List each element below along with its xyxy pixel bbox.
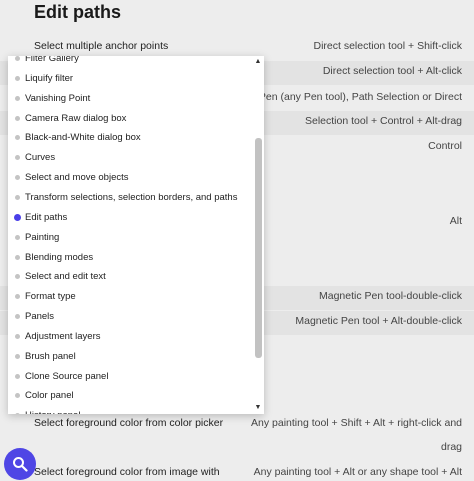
dropdown-item[interactable]: Liquify filter	[8, 69, 252, 89]
dropdown-scrollbar[interactable]: ▲ ▼	[252, 56, 264, 414]
shortcut-keys: Selection tool + Control + Alt-drag	[304, 115, 462, 127]
dropdown-item[interactable]: Blending modes	[8, 248, 252, 268]
dot-icon	[15, 56, 20, 61]
dot-icon	[15, 294, 20, 300]
dot-icon	[15, 194, 20, 200]
shortcut-row: Select foreground color from color picke…	[0, 413, 474, 437]
dropdown-item-label: Adjustment layers	[25, 330, 101, 342]
dropdown-item-label: Panels	[25, 311, 55, 323]
dropdown-item-label: Blending modes	[25, 251, 94, 263]
dropdown-item[interactable]: Panels	[8, 307, 252, 327]
shortcut-action: Select foreground color from color picke…	[34, 417, 224, 429]
dropdown-item[interactable]: Camera Raw dialog box	[8, 109, 252, 129]
search-button[interactable]	[4, 448, 36, 480]
dot-icon	[15, 155, 20, 161]
dot-icon	[15, 274, 20, 280]
search-icon	[13, 457, 28, 472]
dropdown-item[interactable]: Curves	[8, 148, 252, 168]
dot-icon	[15, 373, 20, 379]
dropdown-item-label: Edit paths	[25, 211, 68, 223]
shortcut-keys: Any painting tool + Alt or any shape too…	[253, 466, 462, 478]
dropdown-item-label: Liquify filter	[25, 72, 74, 84]
dropdown-item[interactable]: Vanishing Point	[8, 89, 252, 109]
dot-icon	[15, 314, 20, 320]
shortcut-action: Select multiple anchor points	[34, 40, 169, 52]
dot-icon	[15, 333, 20, 339]
shortcut-keys: Direct selection tool + Alt-click	[322, 65, 462, 77]
dot-icon	[15, 393, 20, 399]
dot-icon	[15, 254, 20, 260]
dropdown-item-label: History panel	[25, 410, 80, 414]
dropdown-item[interactable]: Transform selections, selection borders,…	[8, 188, 252, 208]
page-title: Edit paths	[34, 2, 122, 22]
dropdown-item-label: Painting	[25, 231, 60, 243]
dropdown-item[interactable]: Clone Source panel	[8, 367, 252, 387]
dropdown-item-label: Transform selections, selection borders,…	[25, 191, 238, 203]
dropdown-item[interactable]: Edit paths	[8, 208, 252, 228]
scroll-down-arrow[interactable]: ▼	[253, 403, 263, 413]
shortcut-keys: Any painting tool + Shift + Alt + right-…	[251, 417, 462, 429]
dot-icon	[15, 95, 20, 101]
dropdown-item[interactable]: History panel	[8, 406, 252, 414]
dropdown-item-label: Select and edit text	[25, 271, 106, 283]
dot-icon	[15, 135, 20, 141]
shortcut-keys: Direct selection tool + Shift-click	[313, 40, 462, 52]
dropdown-item[interactable]: Brush panel	[8, 347, 252, 367]
dropdown-item[interactable]: Black-and-White dialog box	[8, 128, 252, 148]
dropdown-item-label: Black-and-White dialog box	[25, 132, 141, 144]
dropdown-item-label: Select and move objects	[25, 172, 129, 184]
dropdown-item-label: Brush panel	[25, 350, 76, 362]
dot-icon	[15, 234, 20, 240]
dropdown-item-label: Camera Raw dialog box	[25, 112, 127, 124]
dropdown-item[interactable]: Painting	[8, 228, 252, 248]
shortcut-keys: Magnetic Pen tool + Alt-double-click	[295, 315, 462, 327]
dropdown-item[interactable]: Adjustment layers	[8, 327, 252, 347]
dropdown-item[interactable]: Filter Gallery	[8, 56, 252, 69]
shortcut-keys: Magnetic Pen tool-double-click	[319, 290, 462, 302]
scrollbar-thumb[interactable]	[255, 138, 262, 358]
dropdown-item-label: Curves	[25, 152, 56, 164]
dropdown-item[interactable]: Select and move objects	[8, 168, 252, 188]
dropdown-item[interactable]: Select and edit text	[8, 267, 252, 287]
dot-icon	[15, 175, 20, 181]
shortcut-keys: Pen (any Pen tool), Path Selection or Di…	[258, 91, 462, 103]
topic-dropdown[interactable]: Filter Gallery Liquify filter Vanishing Po…	[8, 56, 264, 414]
shortcut-row: Select foreground color from image with A…	[0, 462, 474, 481]
scroll-up-arrow[interactable]: ▲	[253, 57, 263, 67]
dot-icon	[15, 413, 20, 414]
dropdown-item-label: Format type	[25, 291, 76, 303]
shortcut-row: drag	[0, 437, 474, 461]
dropdown-item-label: Clone Source panel	[25, 370, 109, 382]
shortcut-action: Select foreground color from image with	[34, 466, 220, 478]
dropdown-item-label: Vanishing Point	[25, 92, 91, 104]
dot-icon	[15, 75, 20, 81]
dropdown-item-label: Color panel	[25, 390, 74, 402]
dot-icon	[15, 353, 20, 359]
shortcut-keys: drag	[440, 441, 462, 453]
dot-icon	[15, 115, 20, 121]
active-dot-icon	[14, 213, 21, 221]
dropdown-item-label: Filter Gallery	[25, 56, 79, 64]
dropdown-item[interactable]: Format type	[8, 287, 252, 307]
shortcut-keys: Control	[428, 140, 462, 152]
shortcut-keys: Alt	[449, 215, 462, 227]
dropdown-item[interactable]: Color panel	[8, 386, 252, 406]
